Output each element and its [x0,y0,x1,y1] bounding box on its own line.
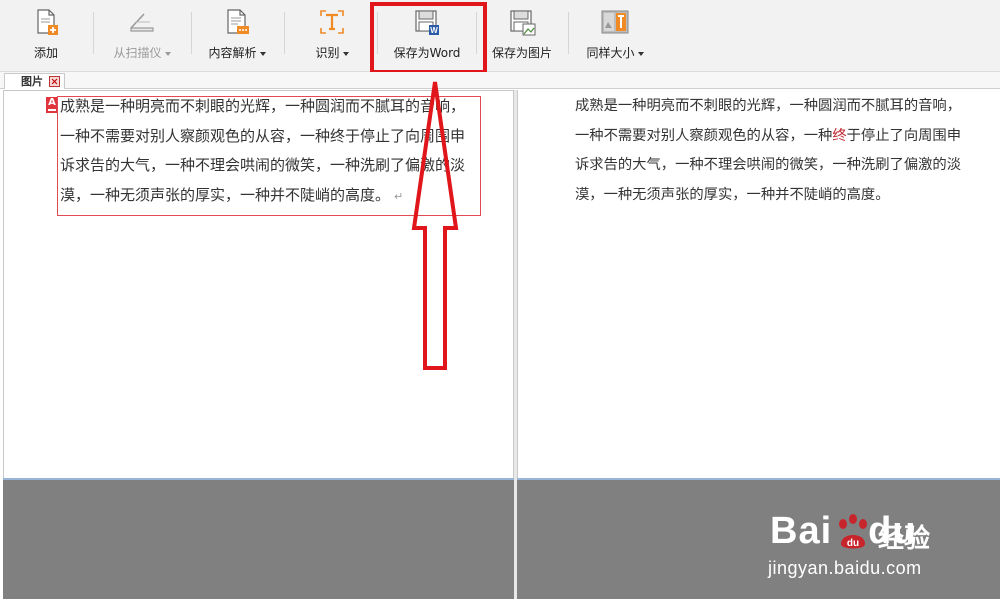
empty-canvas-area [3,480,514,599]
content-parse-button-label: 内容解析 [208,44,266,61]
save-as-image-button[interactable]: 保存为图片 [486,6,558,64]
recognized-text-block[interactable]: 成熟是一种明亮而不刺眼的光辉，一种圆润而不腻耳的音响， 一种不需要对别人察颜观色… [575,92,1000,210]
save-image-icon [510,10,536,36]
same-size-button[interactable]: 同样大小 [580,6,650,64]
from-scanner-button[interactable]: 从扫描仪 [104,6,180,64]
add-document-icon [37,9,58,35]
same-size-icon [601,10,629,34]
toolbar: 添加 从扫描仪 内容解析 识别 W 保存为Word 保存为图片 同样大小 [0,0,1000,72]
toolbar-separator [284,12,285,54]
chevron-down-icon [259,51,266,56]
chevron-down-icon [342,51,349,56]
toolbar-separator [93,12,94,54]
watermark-url: jingyan.baidu.com [768,558,922,578]
content-parse-icon [227,9,249,34]
recognized-text-line: 诉求告的大气，一种不理会哄闹的微笑，一种洗刷了偏激的淡 [575,157,962,173]
source-text-line: 漠，一种无须声张的厚实，一种并不陡峭的高度。 ↵ [60,185,404,204]
recognized-text-line: 漠，一种无须声张的厚实，一种并不陡峭的高度。 [575,186,890,203]
toolbar-separator [568,12,569,54]
paragraph-mark: ↵ [394,189,404,203]
source-text-line: 诉求告的大气，一种不理会哄闹的微笑，一种洗刷了偏激的淡 [60,156,466,174]
chevron-down-icon [637,51,644,56]
chevron-down-icon [164,51,171,56]
recognized-text-line: 一种不需要对别人察颜观色的从容，一种终于停止了向周围申 [575,127,962,144]
recognize-button-label: 识别 [315,44,349,61]
flagged-char: 终 [832,127,847,144]
toolbar-separator [191,12,192,54]
content-parse-button[interactable]: 内容解析 [200,6,274,64]
watermark-cn: 经验 [878,524,931,554]
source-text-line: 成熟是一种明亮而不刺眼的光辉，一种圆润而不腻耳的音响， [60,97,466,115]
same-size-button-label: 同样大小 [586,44,644,61]
tab-image-label: 图片 [21,75,43,88]
add-button[interactable]: 添加 [18,6,74,64]
scanner-icon [130,13,154,32]
svg-text:du: du [847,538,859,549]
source-text-block: 成熟是一种明亮而不刺眼的光辉，一种圆润而不腻耳的音响， 一种不需要对别人察颜观色… [60,92,480,211]
recognize-text-icon [320,10,344,34]
source-text-line: 一种不需要对别人察颜观色的从容，一种终于停止了向周围申 [60,126,466,145]
close-icon[interactable] [49,76,60,87]
from-scanner-button-label: 从扫描仪 [113,44,171,61]
recognized-text-line: 成熟是一种明亮而不刺眼的光辉，一种圆润而不腻耳的音响， [575,98,962,114]
tab-bar: 图片 [0,72,1000,89]
save-as-image-button-label: 保存为图片 [491,46,552,60]
baidu-paw-icon: du [839,514,867,549]
recognize-button[interactable]: 识别 [304,6,360,64]
add-button-label: 添加 [33,46,58,60]
baidu-watermark: Bai du du 经验 jingyan.baidu.com [760,500,960,590]
highlight-box [370,2,487,74]
tab-image[interactable]: 图片 [4,73,65,89]
